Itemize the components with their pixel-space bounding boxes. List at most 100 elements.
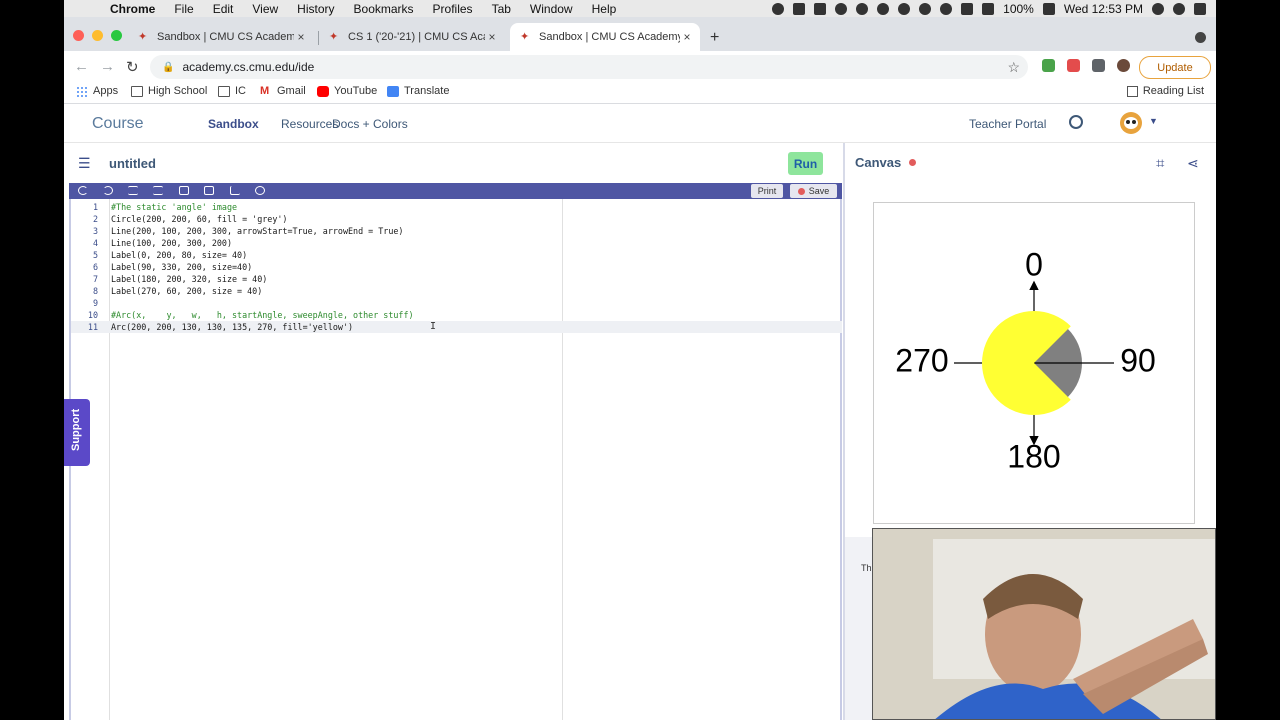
new-tab-icon[interactable]: + xyxy=(710,29,719,47)
dropbox-icon[interactable] xyxy=(814,2,827,15)
share-icon[interactable]: ⋖ xyxy=(1187,155,1199,172)
webcam-video xyxy=(872,528,1216,720)
menu-chrome[interactable]: Chrome xyxy=(110,2,155,16)
clock[interactable]: Wed 12:53 PM xyxy=(1064,2,1143,16)
back-arrow-icon[interactable]: ← xyxy=(74,58,89,75)
code-line[interactable]: 9 xyxy=(71,297,842,309)
do-not-disturb-icon[interactable] xyxy=(898,2,911,15)
code-line[interactable]: 11 Arc(200, 200, 130, 130, 135, 270, fill… xyxy=(71,321,842,333)
menu-help[interactable]: Help xyxy=(592,2,617,16)
record-icon[interactable] xyxy=(772,2,785,15)
code-line[interactable]: 6 Label(90, 330, 200, size=40) xyxy=(71,261,842,273)
code-line[interactable]: 3 Line(200, 100, 200, 300, arrowStart=Tru… xyxy=(71,225,842,237)
undo-icon[interactable] xyxy=(78,186,88,195)
bookmark-label: Gmail xyxy=(277,85,306,97)
grid-icon[interactable]: ⌗ xyxy=(1156,155,1164,172)
volume-icon[interactable] xyxy=(982,2,995,15)
code-text: Label(0, 200, 80, size= 40) xyxy=(111,250,248,260)
tab-sandbox-active[interactable]: ✦ Sandbox | CMU CS Academy × xyxy=(510,23,700,51)
extensions-puzzle-icon[interactable] xyxy=(1092,59,1105,72)
screen-share-icon[interactable] xyxy=(793,2,806,15)
bluetooth-icon[interactable] xyxy=(940,2,953,15)
battery-icon[interactable] xyxy=(1042,2,1055,15)
support-tab[interactable]: Support xyxy=(64,399,90,466)
comment-icon[interactable] xyxy=(179,186,189,195)
line-number: 8 xyxy=(92,286,98,296)
code-line[interactable]: 5 Label(0, 200, 80, size= 40) xyxy=(71,249,842,261)
run-button[interactable]: Run xyxy=(788,152,823,175)
format-icon[interactable] xyxy=(204,186,214,195)
minimize-window-button[interactable] xyxy=(92,30,103,41)
zoom-window-button[interactable] xyxy=(111,30,122,41)
control-center-icon[interactable] xyxy=(1194,2,1206,15)
bookmark-apps[interactable]: Apps xyxy=(76,85,118,97)
time-machine-icon[interactable] xyxy=(919,2,932,15)
drawing-canvas[interactable]: 0 90 180 270 xyxy=(873,202,1195,524)
nav-docs-colors[interactable]: Docs + Colors xyxy=(332,117,408,131)
bookmark-star-icon[interactable]: ☆ xyxy=(1007,59,1020,76)
close-tab-icon[interactable]: × xyxy=(680,30,694,44)
teacher-portal-link[interactable]: Teacher Portal xyxy=(969,117,1046,131)
nav-sandbox[interactable]: Sandbox xyxy=(208,117,259,131)
extension-red-icon[interactable] xyxy=(1067,59,1080,72)
list-icon[interactable] xyxy=(230,186,240,195)
tab-sandbox-1[interactable]: ✦ Sandbox | CMU CS Academy × xyxy=(128,23,314,51)
extension-green-icon[interactable] xyxy=(1042,59,1055,72)
code-line[interactable]: 8 Label(270, 60, 200, size = 40) xyxy=(71,285,842,297)
code-line[interactable]: 10 #Arc(x, y, w, h, startAngle, sweepAngl… xyxy=(71,309,842,321)
menu-window[interactable]: Window xyxy=(530,2,573,16)
code-text: Label(270, 60, 200, size = 40) xyxy=(111,286,263,296)
hamburger-menu-icon[interactable]: ☰ xyxy=(78,155,91,172)
profile-avatar-icon[interactable] xyxy=(1117,59,1130,72)
cloud-icon[interactable] xyxy=(856,2,869,15)
bookmark-translate[interactable]: Translate xyxy=(387,85,449,97)
reload-icon[interactable]: ↻ xyxy=(126,58,139,76)
tab-cs1[interactable]: ✦ CS 1 ('20-'21) | CMU CS Acade × xyxy=(319,23,505,51)
indent-icon[interactable] xyxy=(128,186,138,195)
avatar[interactable] xyxy=(1120,112,1142,134)
siri-icon[interactable] xyxy=(1173,2,1185,15)
redo-icon[interactable] xyxy=(103,186,113,195)
bookmark-gmail[interactable]: M Gmail xyxy=(260,85,306,97)
code-line[interactable]: 2 Circle(200, 200, 60, fill = 'grey') xyxy=(71,213,842,225)
menu-bookmarks[interactable]: Bookmarks xyxy=(354,2,414,16)
tab-search-icon[interactable] xyxy=(1195,32,1206,43)
reading-list[interactable]: Reading List xyxy=(1126,85,1204,97)
menu-edit[interactable]: Edit xyxy=(213,2,234,16)
close-tab-icon[interactable]: × xyxy=(485,30,499,44)
code-line[interactable]: 7 Label(180, 200, 320, size = 40) xyxy=(71,273,842,285)
close-tab-icon[interactable]: × xyxy=(294,30,308,44)
menu-tab[interactable]: Tab xyxy=(492,2,511,16)
code-line[interactable]: 1 #The static 'angle' image xyxy=(71,201,842,213)
save-button[interactable]: Save xyxy=(790,184,837,198)
search-icon[interactable] xyxy=(255,186,265,195)
nav-resources[interactable]: Resources xyxy=(281,117,338,131)
course-link[interactable]: Course xyxy=(92,115,144,133)
update-button[interactable]: Update xyxy=(1139,56,1211,79)
forward-arrow-icon[interactable]: → xyxy=(100,58,115,75)
file-name[interactable]: untitled xyxy=(109,156,156,171)
address-bar[interactable]: 🔒 academy.cs.cmu.edu/ide ☆ xyxy=(150,55,1028,79)
code-editor[interactable]: 1 #The static 'angle' image 2 Circle(200, 2… xyxy=(69,199,842,720)
menu-history[interactable]: History xyxy=(297,2,334,16)
print-button[interactable]: Print xyxy=(751,184,783,198)
menu-view[interactable]: View xyxy=(252,2,278,16)
bookmark-youtube[interactable]: YouTube xyxy=(317,85,377,97)
headphones-icon[interactable] xyxy=(835,2,848,15)
url-text[interactable]: academy.cs.cmu.edu/ide xyxy=(182,60,314,74)
menu-profiles[interactable]: Profiles xyxy=(433,2,473,16)
dedent-icon[interactable] xyxy=(153,186,163,195)
bookmark-high-school[interactable]: High School xyxy=(131,85,207,97)
close-window-button[interactable] xyxy=(73,30,84,41)
line-number: 4 xyxy=(92,238,98,248)
wifi-icon[interactable] xyxy=(961,2,974,15)
line-number: 11 xyxy=(87,322,98,332)
spotlight-search-icon[interactable] xyxy=(1152,2,1164,15)
menu-file[interactable]: File xyxy=(174,2,193,16)
code-line[interactable]: 4 Line(100, 200, 300, 200) xyxy=(71,237,842,249)
chevron-down-icon[interactable]: ▼ xyxy=(1149,116,1158,126)
bookmark-ic[interactable]: IC xyxy=(218,85,246,97)
site-header: Course Sandbox Resources Docs + Colors T… xyxy=(64,104,1216,143)
gear-icon[interactable] xyxy=(1069,115,1083,129)
sync-icon[interactable] xyxy=(877,2,890,15)
